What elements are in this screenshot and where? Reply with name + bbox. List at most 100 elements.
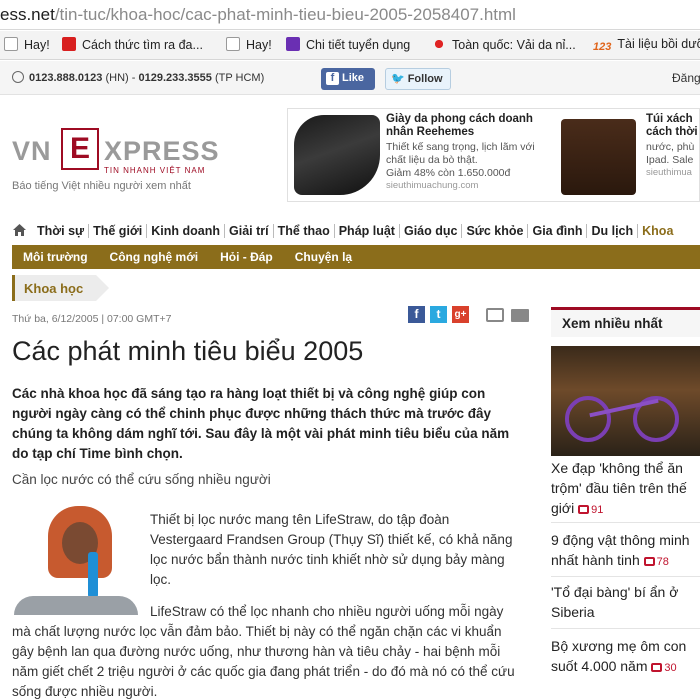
logo-xpress: XPRESS — [104, 136, 220, 166]
comment-count-value: 30 — [664, 662, 677, 674]
logo-subtitle: TIN NHANH VIỆT NAM — [104, 166, 206, 175]
nav-item-thoi-su[interactable]: Thời sự — [33, 224, 90, 238]
main-nav: Thời sự Thế giới Kinh doanh Giải trí Thể tha… — [12, 222, 700, 244]
nav-item-the-thao[interactable]: Thể thao — [273, 224, 335, 238]
subnav-chuyen-la[interactable]: Chuyện lạ — [295, 245, 352, 264]
url-host: ess.net — [0, 5, 55, 24]
ad-site-2: sieuthimua — [646, 167, 692, 178]
most-viewed-item-2[interactable]: 9 động vật thông minh nhất hành tinh 78 — [551, 530, 700, 572]
nav-item-giao-duc[interactable]: Giáo dục — [399, 224, 463, 238]
phone-hcm: 0129.233.3555 — [138, 72, 212, 84]
logo-vn: VN — [12, 136, 52, 166]
article-title: Các phát minh tiêu biểu 2005 — [12, 336, 364, 366]
bookmark-hay-2[interactable]: Hay! — [226, 37, 272, 52]
article-paragraph-1: Thiết bị lọc nước mang tên LifeStraw, do… — [150, 512, 513, 587]
bookmark-label: Toàn quốc: Vải da nỉ... — [452, 38, 576, 52]
phone-icon — [12, 71, 24, 83]
twitter-share-icon[interactable]: t — [430, 306, 447, 323]
subnav-cong-nghe-moi[interactable]: Công nghệ mới — [110, 245, 199, 264]
shoe-image[interactable] — [294, 115, 380, 195]
article-date: Thứ ba, 6/12/2005 | 07:00 GMT+7 — [12, 313, 172, 325]
most-viewed-header: Xem nhiều nhất — [551, 307, 700, 337]
nav-item-giai-tri[interactable]: Giải trí — [225, 224, 274, 238]
nav-item-gia-dinh[interactable]: Gia đình — [528, 224, 588, 238]
article-lead: Các nhà khoa học đã sáng tạo ra hàng loạ… — [12, 386, 510, 461]
nav-item-kinh-doanh[interactable]: Kinh doanh — [147, 224, 226, 238]
facebook-like-button[interactable]: f Like — [321, 68, 375, 90]
page-icon — [4, 37, 18, 51]
home-icon[interactable] — [12, 223, 27, 237]
article-photo — [14, 500, 138, 615]
purple-shield-icon — [286, 37, 300, 51]
red-app-icon — [62, 37, 76, 51]
logo-e: E — [61, 128, 99, 170]
nav-item-du-lich[interactable]: Du lịch — [587, 224, 639, 238]
bike-thumbnail[interactable] — [551, 346, 700, 456]
red-star-icon — [432, 37, 446, 51]
comment-count[interactable]: 78 — [643, 556, 669, 568]
bookmark-label: Chi tiết tuyển dụng — [306, 38, 411, 52]
google-plus-share-icon[interactable]: g+ — [452, 306, 469, 323]
most-viewed-item-3[interactable]: 'Tổ đại bàng' bí ẩn ở Siberia — [551, 582, 700, 622]
follow-label: Follow — [407, 73, 443, 85]
section-arrow — [96, 275, 109, 301]
comment-icon — [651, 663, 663, 672]
sidebar-divider — [551, 576, 700, 577]
hotline: 0123.888.0123 (HN) - 0129.233.3555 (TP H… — [12, 71, 264, 84]
ad-title-2: Túi xách cách thời — [646, 113, 698, 138]
ad-price-1: Giảm 48% còn 1.650.000đ — [386, 167, 511, 179]
comment-count[interactable]: 91 — [578, 504, 603, 516]
bookmark-label: Tài liệu bồi dưỡ — [617, 37, 700, 51]
url-text[interactable]: ess.net/tin-tuc/khoa-hoc/cac-phat-minh-t… — [0, 5, 516, 25]
address-bar[interactable]: ess.net/tin-tuc/khoa-hoc/cac-phat-minh-t… — [0, 0, 700, 30]
ad-banner[interactable]: Giày da phong cách doanh nhân Reehemes T… — [287, 108, 700, 202]
sidebar-divider — [551, 522, 700, 523]
comment-count-value: 91 — [591, 504, 604, 516]
facebook-share-icon[interactable]: f — [408, 306, 425, 323]
subnav-moi-truong[interactable]: Môi trường — [23, 245, 88, 264]
comment-count[interactable]: 30 — [651, 662, 677, 674]
bookmark-chi-tiet[interactable]: Chi tiết tuyển dụng — [286, 37, 410, 52]
article-paragraph-2: LifeStraw có thể lọc nhanh cho nhiều ngư… — [12, 604, 515, 699]
twitter-follow-button[interactable]: 🐦 Follow — [385, 68, 451, 90]
section-title: Khoa học — [24, 281, 84, 296]
bookmark-hay-1[interactable]: Hay! — [4, 37, 50, 52]
bookmark-tai-lieu[interactable]: 123 Tài liệu bồi dưỡ — [593, 37, 700, 53]
ad-title-1: Giày da phong cách doanh nhân Reehemes — [386, 113, 533, 138]
sub-nav: Môi trường Công nghệ mới Hỏi - Đáp Chuyện l… — [12, 245, 700, 269]
section-label[interactable]: Khoa học — [12, 275, 112, 301]
subnav-hoi-dap[interactable]: Hỏi - Đáp — [220, 245, 273, 264]
bookmark-label: Hay! — [246, 38, 272, 52]
ad-desc-1: Thiết kế sang trọng, lịch lãm với chất l… — [386, 141, 535, 166]
site-tagline: Báo tiếng Việt nhiều người xem nhất — [12, 180, 191, 192]
site-logo[interactable]: VN E XPRESS TIN NHANH VIỆT NAM — [12, 128, 232, 175]
bookmark-cach-thuc[interactable]: Cách thức tìm ra đa... — [62, 37, 203, 52]
item-title: Xe đạp 'không thể ăn trộm' đầu tiên trên… — [551, 460, 687, 516]
comment-count-value: 78 — [656, 556, 669, 568]
ad-text-2[interactable]: Túi xách cách thời nước, phù Ipad. Sale … — [646, 113, 700, 179]
most-viewed-item-4[interactable]: Bộ xương mẹ ôm con suốt 4.000 năm 30 — [551, 636, 700, 678]
123-icon: 123 — [593, 41, 612, 53]
comment-icon — [578, 505, 590, 514]
bag-image[interactable] — [561, 119, 636, 195]
nav-item-the-gioi[interactable]: Thế giới — [89, 224, 148, 238]
like-label: Like — [342, 72, 365, 84]
photo-lifestraw — [88, 552, 98, 598]
nav-item-phap-luat[interactable]: Pháp luật — [334, 224, 400, 238]
nav-item-suc-khoe[interactable]: Sức khỏe — [462, 224, 529, 238]
login-link[interactable]: Đăng — [672, 71, 700, 85]
comment-icon — [643, 557, 655, 566]
nav-item-khoa-hoc[interactable]: Khoa — [638, 224, 677, 238]
top-strip: 0123.888.0123 (HN) - 0129.233.3555 (TP H… — [0, 61, 700, 95]
print-icon[interactable] — [486, 308, 504, 322]
facebook-icon: f — [326, 72, 339, 85]
phone-hn: 0123.888.0123 — [29, 72, 103, 84]
bookmark-toan-quoc[interactable]: Toàn quốc: Vải da nỉ... — [432, 37, 576, 52]
bookmark-label: Hay! — [24, 38, 50, 52]
bookmarks-bar: Hay! Cách thức tìm ra đa... Hay! Chi tiế… — [0, 31, 700, 60]
most-viewed-item-1[interactable]: Xe đạp 'không thể ăn trộm' đầu tiên trên… — [551, 458, 700, 520]
item-title: 'Tổ đại bàng' bí ẩn ở Siberia — [551, 584, 679, 620]
ad-text-1[interactable]: Giày da phong cách doanh nhân Reehemes T… — [386, 113, 556, 192]
ad-desc-2: nước, phù Ipad. Sale — [646, 141, 695, 166]
email-icon[interactable] — [511, 309, 529, 322]
